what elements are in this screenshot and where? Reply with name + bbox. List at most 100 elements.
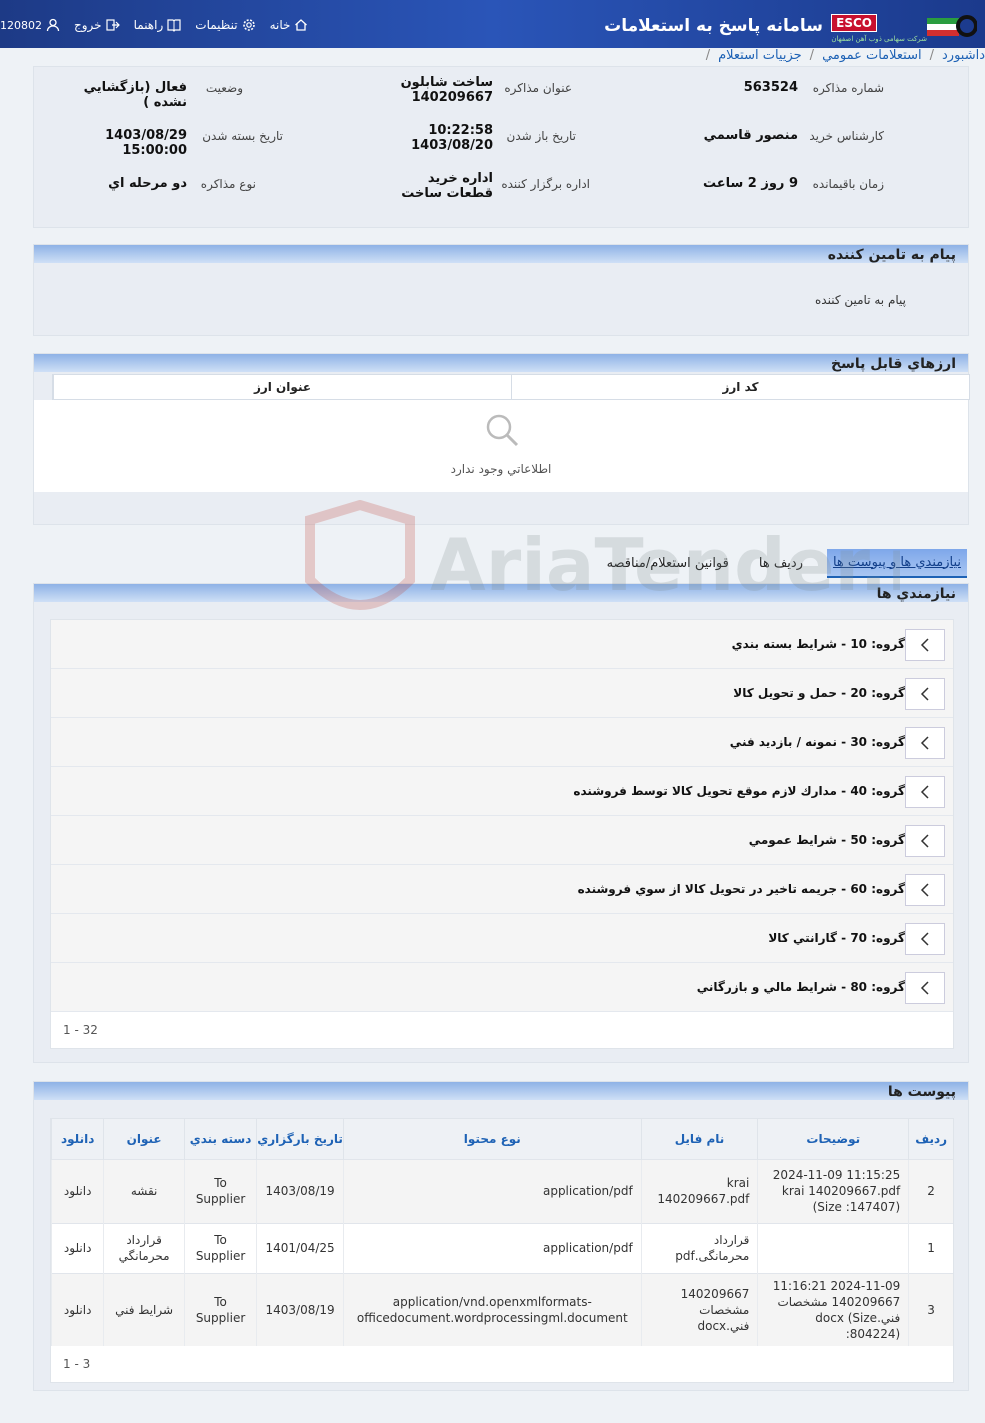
column-download[interactable]: دانلود (50, 1119, 104, 1159)
cell-category: To Supplier (183, 1222, 257, 1273)
breadcrumb-separator: / (809, 48, 815, 63)
user-link[interactable]: 120802 (0, 18, 60, 32)
settings-link[interactable]: تنظیمات (195, 18, 255, 32)
expand-button[interactable] (905, 629, 945, 661)
app-title: سامانه پاسخ به استعلامات (604, 16, 823, 36)
status-label: وضعيت (205, 81, 243, 95)
column-index[interactable]: رديف (908, 1119, 953, 1159)
help-link[interactable]: راهنما (134, 18, 182, 32)
expand-button[interactable] (905, 972, 945, 1004)
breadcrumb-dashboard[interactable]: داشبورد (942, 48, 985, 66)
cell-description: 2024-11-09 11:15:25 krai 140209667.pdf (… (757, 1158, 909, 1223)
panel-header-band (34, 1082, 968, 1100)
tab-requirements-attachments[interactable]: نيازمندي ها و پيوست ها (826, 548, 967, 578)
open-date-value: 10:22:58 1403/08/20 (411, 123, 493, 153)
download-link[interactable]: دانلود (50, 1158, 104, 1223)
cell-category: To Supplier (183, 1158, 257, 1223)
list-item[interactable]: گروه: 80 - شرايط مالي و بازرگاني (51, 963, 953, 1012)
table-row: 1 قرارداد محرمانگی.pdf application/pdf 1… (50, 1222, 953, 1273)
list-item[interactable]: گروه: 10 - شرايط بسته بندي (51, 620, 953, 669)
chevron-left-icon (920, 785, 929, 799)
cell-category: To Supplier (183, 1272, 257, 1346)
cell-upload-date: 1403/08/19 (256, 1158, 344, 1223)
expand-button[interactable] (905, 678, 945, 710)
group-label: گروه: 80 - شرايط مالي و بازرگاني (696, 980, 905, 994)
buyer-value: منصور قاسمي (703, 128, 798, 143)
inquiry-info-panel: شماره مذاکره 563524 کارشناس خريد منصور ق… (33, 66, 969, 228)
tab-rows[interactable]: رديف ها (753, 550, 809, 577)
chevron-left-icon (920, 736, 929, 750)
list-item[interactable]: گروه: 70 - گارانتي کالا (51, 914, 953, 963)
group-label: گروه: 60 - جريمه تاخير در تحويل کالا از … (577, 882, 905, 896)
currencies-table-body: اطلاعاتي وجود ندارد (34, 400, 968, 492)
tab-rules[interactable]: قوانين استعلام/مناقصه (601, 550, 735, 577)
logout-link[interactable]: خروج (74, 18, 120, 32)
chevron-left-icon (920, 687, 929, 701)
supplier-message-panel: پيام به تامين کننده پيام به تامين کننده (33, 244, 969, 336)
expand-button[interactable] (905, 727, 945, 759)
column-file-name[interactable]: نام فايل (640, 1119, 758, 1159)
list-item[interactable]: گروه: 30 - نمونه / بازديد فني (51, 718, 953, 767)
list-item[interactable]: گروه: 20 - حمل و تحويل کالا (51, 669, 953, 718)
attachments-table-wrap: رديف توضيحات نام فايل نوع محتوا تاريخ با… (50, 1118, 954, 1383)
list-item[interactable]: گروه: 40 - مدارك لازم موقع تحويل كالا تو… (51, 767, 953, 816)
group-label: گروه: 20 - حمل و تحويل کالا (733, 686, 905, 700)
requirements-pager: 1 - 32 (51, 1012, 953, 1048)
empty-state-text: اطلاعاتي وجود ندارد (450, 462, 552, 476)
expand-button[interactable] (905, 874, 945, 906)
list-item[interactable]: گروه: 50 - شرايط عمومي (51, 816, 953, 865)
organizer-label: اداره برگزار کننده (501, 177, 590, 191)
group-label: گروه: 10 - شرايط بسته بندي (731, 637, 905, 651)
negotiation-type-label: نوع مذاکره (200, 177, 256, 191)
expand-button[interactable] (905, 776, 945, 808)
home-label: خانه (269, 18, 291, 32)
header-links: 120802 خروج راهنما تنظیمات خانه (0, 18, 308, 32)
column-description[interactable]: توضيحات (757, 1119, 909, 1159)
close-date-label: تاريخ بسته شدن (202, 129, 283, 143)
buyer-label: کارشناس خريد (809, 129, 884, 143)
expand-button[interactable] (905, 923, 945, 955)
negotiation-type-value: دو مرحله اي (108, 176, 187, 191)
remaining-time-label: زمان باقيمانده (812, 177, 884, 191)
cell-file-name: قرارداد محرمانگی.pdf (640, 1222, 758, 1273)
user-code: 120802 (0, 18, 42, 32)
close-date-value: 1403/08/29 15:00:00 (105, 128, 187, 158)
breadcrumb-public-inquiries[interactable]: استعلامات عمومي (822, 48, 922, 66)
breadcrumb-inquiry-details[interactable]: جزييات استعلام (718, 48, 802, 66)
attachments-panel: پيوست ها رديف توضيحات نام فايل نوع محتوا… (33, 1081, 969, 1391)
book-icon (167, 19, 181, 32)
list-item[interactable]: گروه: 60 - جريمه تاخير در تحويل کالا از … (51, 865, 953, 914)
user-icon (46, 18, 60, 32)
breadcrumb-separator: / (705, 48, 711, 63)
column-currency-code[interactable]: کد ارز (511, 375, 969, 399)
negotiation-number-label: شماره مذاکره (812, 81, 884, 95)
cell-index: 1 (908, 1222, 953, 1273)
home-link[interactable]: خانه (270, 18, 309, 32)
attachments-table: رديف توضيحات نام فايل نوع محتوا تاريخ با… (50, 1119, 953, 1346)
cell-file-name: krai 140209667.pdf (640, 1158, 758, 1223)
attachments-pager: 1 - 3 (51, 1345, 953, 1382)
group-label: گروه: 50 - شرايط عمومي (748, 833, 905, 847)
breadcrumb-separator: / (929, 48, 934, 63)
column-category[interactable]: دسته بندي (183, 1119, 257, 1159)
cell-upload-date: 1403/08/19 (256, 1272, 344, 1346)
chevron-left-icon (920, 834, 929, 848)
column-upload-date[interactable]: تاريخ بارگزاري (256, 1119, 344, 1159)
group-label: گروه: 30 - نمونه / بازديد فني (729, 735, 905, 749)
download-link[interactable]: دانلود (50, 1272, 104, 1346)
negotiation-title-label: عنوان مذاکره (504, 81, 572, 95)
cell-title: نقشه (103, 1158, 185, 1223)
column-content-type[interactable]: نوع محتوا (342, 1119, 642, 1159)
cell-title: قرارداد محرمانگي (103, 1222, 185, 1273)
column-currency-title[interactable]: عنوان ارز (53, 375, 511, 399)
requirements-panel: نيازمندي ها گروه: 10 - شرايط بسته بندي گ… (33, 583, 969, 1063)
cell-index: 3 (908, 1272, 953, 1346)
download-link[interactable]: دانلود (50, 1222, 104, 1273)
panel-header-band (34, 354, 968, 372)
cell-content-type: application/pdf (342, 1158, 642, 1223)
table-row: 2 2024-11-09 11:15:25 krai 140209667.pdf… (50, 1158, 953, 1223)
table-row: 3 2024-11-09 11:16:21 140209667 مشخصات ف… (50, 1272, 953, 1346)
attachments-title: پيوست ها (887, 1084, 956, 1100)
expand-button[interactable] (905, 825, 945, 857)
column-title[interactable]: عنوان (103, 1119, 185, 1159)
